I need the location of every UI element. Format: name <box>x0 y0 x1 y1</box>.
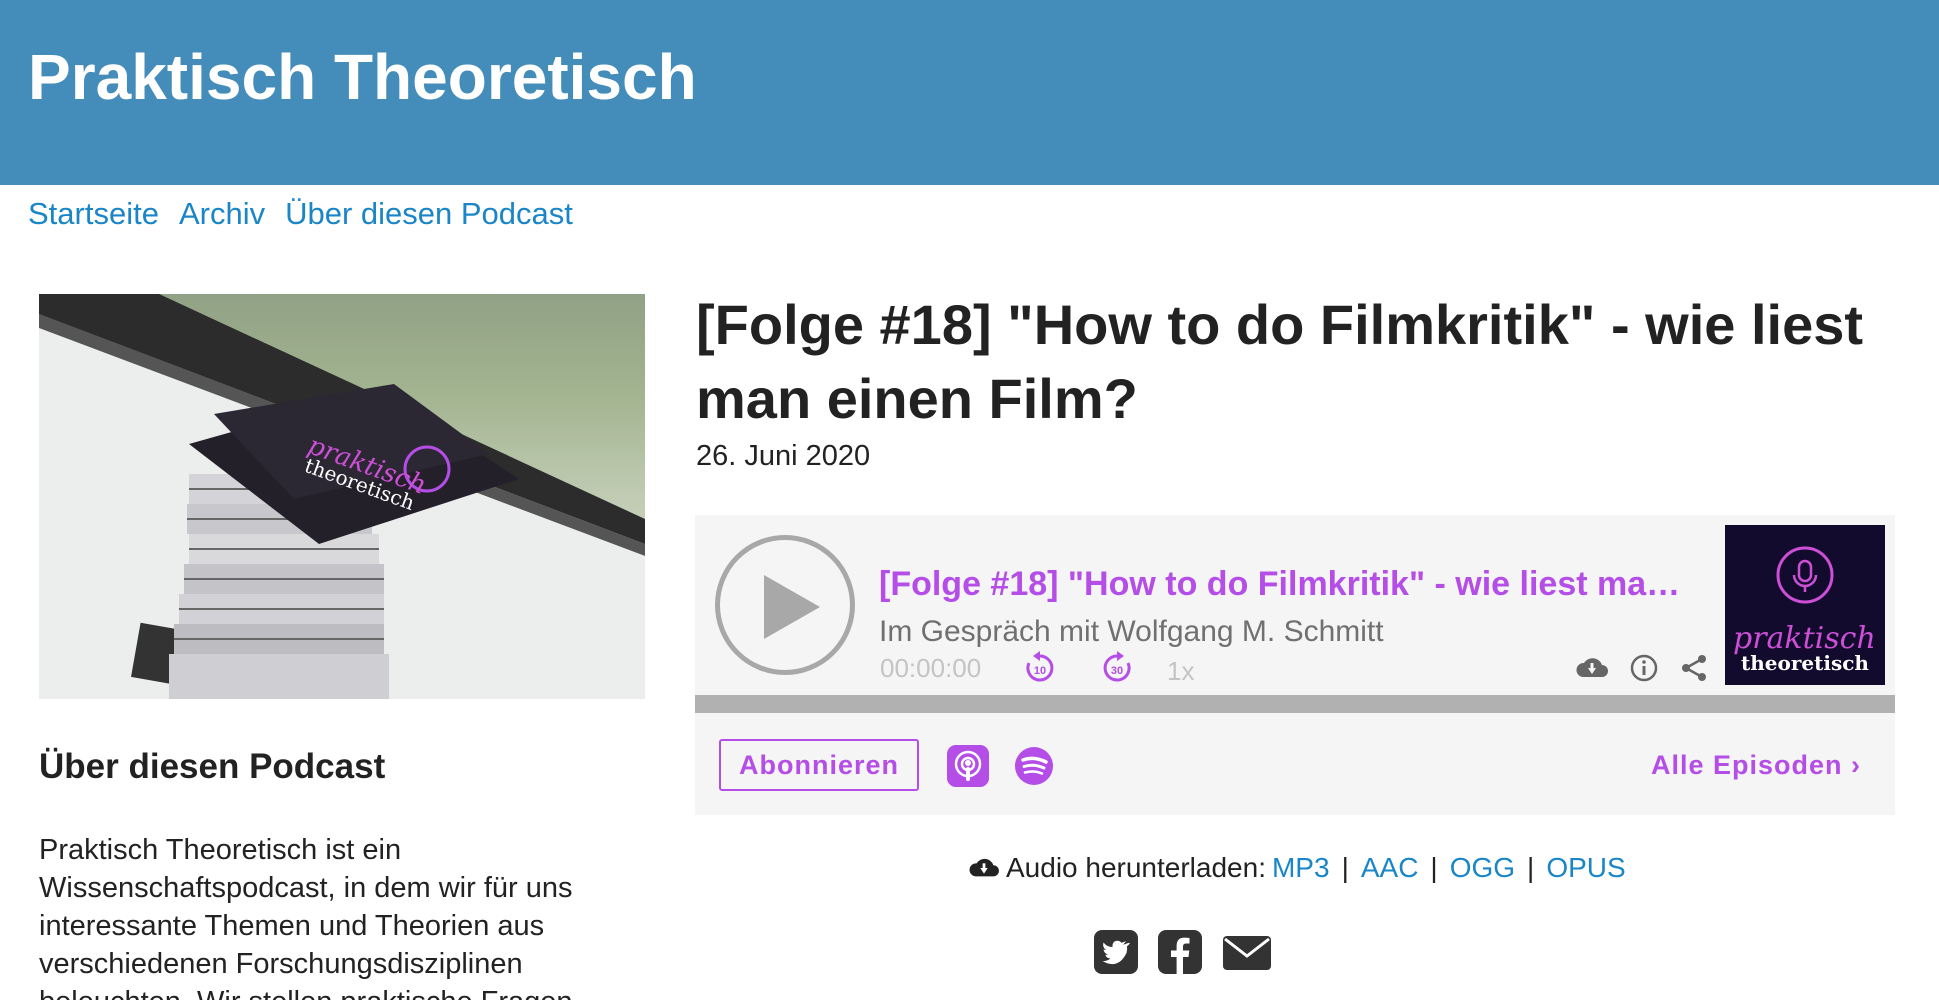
sidebar-description: Praktisch Theoretisch ist ein Wissenscha… <box>39 834 573 1000</box>
facebook-share-button[interactable] <box>1158 930 1202 974</box>
audio-download: Audio herunterladen: MP3 | AAC | OGG | O… <box>968 852 1626 884</box>
fast-forward-icon: 30 <box>1103 651 1131 682</box>
podcast-hero-image: praktisch theoretisch <box>39 294 645 699</box>
sidebar: praktisch theoretisch Über diesen Podcas… <box>39 294 645 1000</box>
email-share-button[interactable] <box>1222 930 1271 974</box>
spotify-button[interactable] <box>1013 745 1055 792</box>
twitter-icon <box>1094 930 1138 974</box>
episode-date: 26. Juni 2020 <box>696 440 871 472</box>
info-button[interactable] <box>1629 653 1659 688</box>
speed-button[interactable]: 1x <box>1167 656 1194 687</box>
podcast-cover: praktisch theoretisch <box>1725 525 1885 685</box>
share-icon <box>1682 655 1706 681</box>
facebook-icon <box>1158 930 1202 974</box>
player-time: 00:00:00 <box>880 653 982 683</box>
player-subtitle: Im Gespräch mit Wolfgang M. Schmitt <box>879 615 1384 648</box>
player-episode-title[interactable]: [Folge #18] "How to do Filmkritik" - wie… <box>879 565 1689 604</box>
download-mp3-link[interactable]: MP3 <box>1272 852 1330 884</box>
info-icon <box>1630 654 1658 682</box>
sidebar-heading: Über diesen Podcast <box>39 747 386 786</box>
play-icon <box>764 575 820 639</box>
download-label: Audio herunterladen: <box>1006 852 1266 883</box>
download-opus-link[interactable]: OPUS <box>1546 852 1625 884</box>
rewind-icon: 10 <box>1026 651 1054 682</box>
download-aac-link[interactable]: AAC <box>1361 852 1419 884</box>
site-title[interactable]: Praktisch Theoretisch <box>28 40 697 114</box>
nav-item-startseite[interactable]: Startseite <box>28 196 159 232</box>
download-button[interactable] <box>1575 653 1609 688</box>
separator: | <box>1527 852 1535 883</box>
cloud-download-icon <box>969 858 999 877</box>
all-episodes-link[interactable]: Alle Episoden › <box>1651 750 1861 781</box>
share-button[interactable] <box>1679 653 1709 688</box>
podcast-player: [Folge #18] "How to do Filmkritik" - wie… <box>695 515 1895 815</box>
apple-podcasts-button[interactable] <box>947 745 989 792</box>
episode-title: [Folge #18] "How to do Filmkritik" - wie… <box>696 293 1864 430</box>
skip-back-label: 10 <box>1034 665 1046 677</box>
twitter-share-button[interactable] <box>1094 930 1138 974</box>
subscribe-button[interactable]: Abonnieren <box>719 739 919 791</box>
email-icon <box>1223 936 1271 970</box>
cover-word2: theoretisch <box>1741 651 1869 675</box>
cloud-download-icon <box>1576 658 1608 677</box>
share-buttons <box>1094 930 1271 974</box>
nav-item-about[interactable]: Über diesen Podcast <box>285 196 573 232</box>
progress-bar[interactable] <box>695 695 1895 713</box>
skip-back-button[interactable]: 10 <box>1023 651 1057 690</box>
skip-forward-label: 30 <box>1111 665 1123 677</box>
episode-main: [Folge #18] "How to do Filmkritik" - wie… <box>696 288 1896 473</box>
main-nav: Startseite Archiv Über diesen Podcast <box>28 196 573 232</box>
skip-forward-button[interactable]: 30 <box>1100 651 1134 690</box>
site-header: Praktisch Theoretisch <box>0 0 1939 185</box>
separator: | <box>1341 852 1349 883</box>
spotify-icon <box>1015 747 1053 785</box>
nav-item-archiv[interactable]: Archiv <box>179 196 265 232</box>
separator: | <box>1430 852 1438 883</box>
download-ogg-link[interactable]: OGG <box>1450 852 1515 884</box>
apple-podcasts-icon <box>947 745 989 787</box>
play-button[interactable] <box>715 535 855 675</box>
